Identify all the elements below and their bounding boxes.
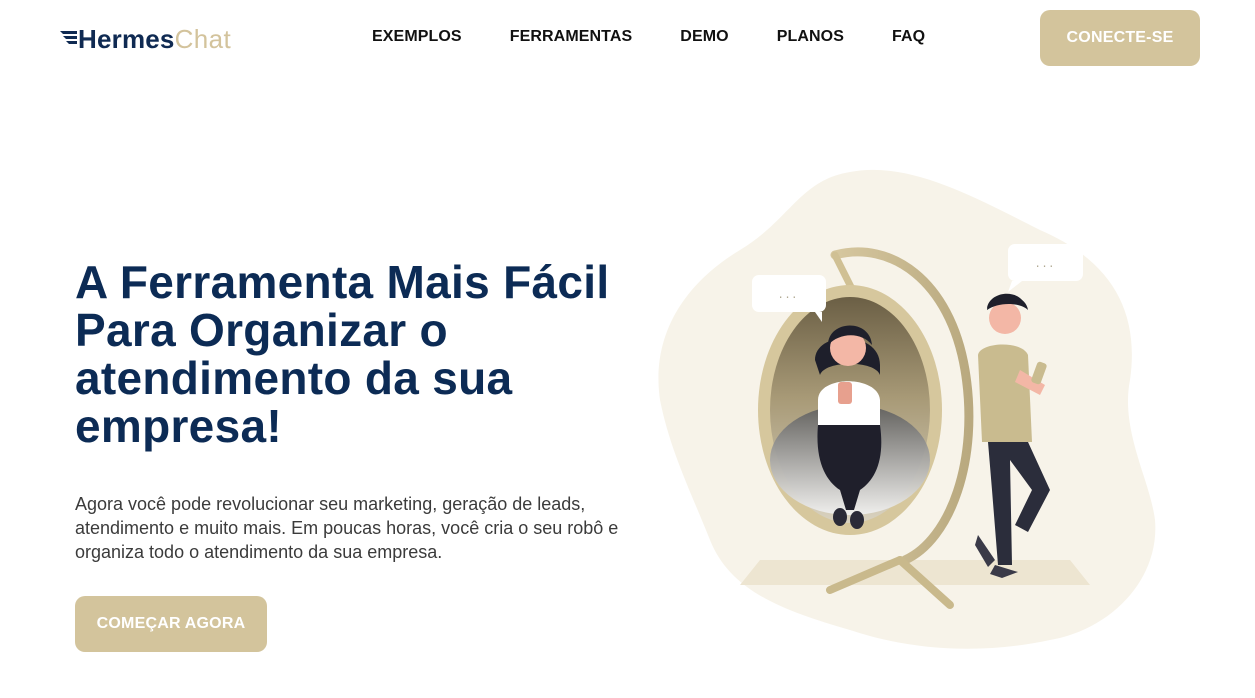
nav-item-planos[interactable]: PLANOS	[777, 28, 844, 46]
brand-name-part1: Hermes	[78, 23, 175, 54]
speech-bubble-right-text: ...	[1036, 256, 1056, 270]
brand-name-part2: Chat	[174, 23, 232, 54]
wing-logo-icon	[60, 31, 77, 44]
start-now-button[interactable]: COMEÇAR AGORA	[75, 596, 267, 652]
hero-subtitle: Agora você pode revolucionar seu marketi…	[75, 494, 619, 562]
speech-bubble-left-text: ...	[779, 287, 799, 301]
connect-button[interactable]: CONECTE-SE	[1040, 10, 1200, 66]
nav-item-faq[interactable]: FAQ	[892, 28, 925, 46]
main-nav: EXEMPLOS FERRAMENTAS DEMO PLANOS FAQ	[372, 28, 925, 46]
brand-logo[interactable]: Hermes Chat	[60, 22, 231, 56]
nav-item-ferramentas[interactable]: FERRAMENTAS	[510, 28, 633, 46]
nav-item-exemplos[interactable]: EXEMPLOS	[372, 28, 462, 46]
nav-item-demo[interactable]: DEMO	[680, 28, 728, 46]
landing-page: Hermes Chat EXEMPLOS FERRAMENTAS DEMO PLA…	[0, 0, 1255, 698]
hero-illustration: ... ...	[658, 169, 1156, 649]
hero-title: A Ferramenta Mais Fácil Para Organizar o…	[75, 256, 610, 452]
